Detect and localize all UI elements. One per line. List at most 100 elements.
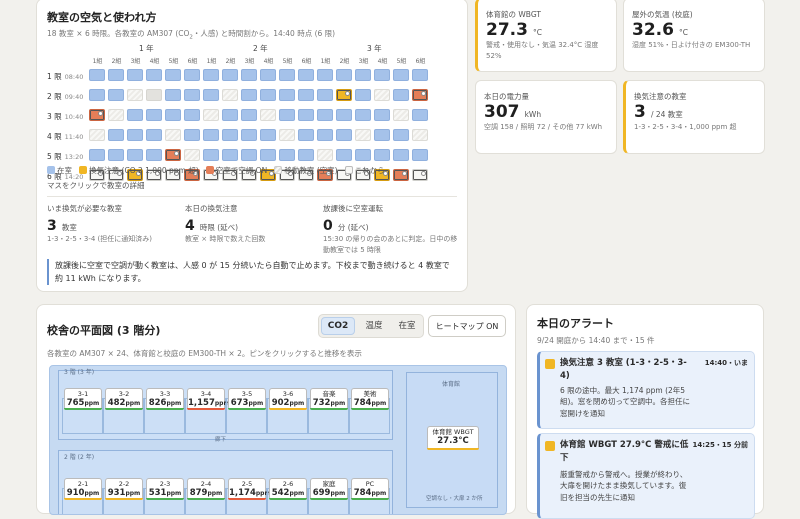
- timetable-cell[interactable]: [393, 149, 409, 161]
- timetable-cell[interactable]: [108, 149, 124, 161]
- timetable-cell[interactable]: [203, 149, 219, 161]
- timetable-cell[interactable]: [317, 149, 333, 161]
- room-co2-pin[interactable]: 2-5 1,174ppm: [228, 478, 271, 500]
- timetable-cell[interactable]: [260, 109, 276, 121]
- timetable-cell[interactable]: [222, 149, 238, 161]
- timetable-cell[interactable]: [241, 149, 257, 161]
- room-co2-pin[interactable]: PC 784ppm: [351, 478, 389, 500]
- timetable-cell[interactable]: [355, 89, 371, 101]
- timetable-cell[interactable]: [108, 69, 124, 81]
- room-co2-pin[interactable]: 2-4 879ppm: [187, 478, 225, 500]
- kpi-gym-wbgt[interactable]: 体育館の WBGT 27.3 °C 警戒・使用なし・気温 32.4°C 湿度 5…: [475, 0, 617, 72]
- timetable-cell[interactable]: [412, 169, 428, 181]
- timetable-cell[interactable]: [393, 89, 409, 101]
- timetable-cell[interactable]: [317, 69, 333, 81]
- timetable-cell[interactable]: [412, 109, 428, 121]
- timetable-cell[interactable]: [279, 109, 295, 121]
- timetable-cell[interactable]: [279, 149, 295, 161]
- room-co2-pin[interactable]: 2-6 542ppm: [269, 478, 307, 500]
- timetable-cell[interactable]: [374, 149, 390, 161]
- timetable-cell[interactable]: [184, 149, 200, 161]
- room-co2-pin[interactable]: 音楽 732ppm: [310, 388, 348, 410]
- timetable-cell[interactable]: [355, 129, 371, 141]
- timetable-cell[interactable]: [89, 129, 105, 141]
- timetable-cell[interactable]: [203, 89, 219, 101]
- timetable-cell[interactable]: [165, 149, 181, 161]
- timetable-cell[interactable]: [127, 129, 143, 141]
- timetable-cell[interactable]: [146, 69, 162, 81]
- timetable-cell[interactable]: [203, 109, 219, 121]
- timetable-cell[interactable]: [374, 129, 390, 141]
- timetable-cell[interactable]: [146, 109, 162, 121]
- timetable-cell[interactable]: [222, 129, 238, 141]
- timetable-cell[interactable]: [260, 69, 276, 81]
- timetable-cell[interactable]: [241, 109, 257, 121]
- timetable-cell[interactable]: [108, 129, 124, 141]
- tab-co2[interactable]: CO2: [321, 317, 355, 335]
- timetable-cell[interactable]: [108, 89, 124, 101]
- timetable-cell[interactable]: [393, 169, 409, 181]
- timetable-cell[interactable]: [203, 69, 219, 81]
- timetable-cell[interactable]: [374, 109, 390, 121]
- room-co2-pin[interactable]: 美術 784ppm: [351, 388, 389, 410]
- tab-temperature[interactable]: 温度: [357, 317, 391, 335]
- timetable-cell[interactable]: [317, 89, 333, 101]
- timetable-cell[interactable]: [146, 129, 162, 141]
- timetable-cell[interactable]: [146, 149, 162, 161]
- timetable-cell[interactable]: [184, 89, 200, 101]
- timetable-cell[interactable]: [260, 89, 276, 101]
- timetable-cell[interactable]: [89, 69, 105, 81]
- room-co2-pin[interactable]: 3-6 902ppm: [269, 388, 307, 410]
- timetable-cell[interactable]: [146, 89, 162, 101]
- timetable-cell[interactable]: [412, 149, 428, 161]
- timetable-cell[interactable]: [412, 69, 428, 81]
- timetable-cell[interactable]: [279, 129, 295, 141]
- timetable-cell[interactable]: [298, 129, 314, 141]
- timetable-cell[interactable]: [127, 149, 143, 161]
- timetable-cell[interactable]: [355, 149, 371, 161]
- timetable-cell[interactable]: [412, 129, 428, 141]
- timetable-cell[interactable]: [165, 109, 181, 121]
- timetable-cell[interactable]: [298, 149, 314, 161]
- timetable-cell[interactable]: [412, 89, 428, 101]
- room-co2-pin[interactable]: 2-3 531ppm: [146, 478, 184, 500]
- timetable-cell[interactable]: [89, 109, 105, 121]
- timetable-cell[interactable]: [393, 109, 409, 121]
- alert-item[interactable]: 換気注意 3 教室 (1-3・2-5・3-4) 14:40・いま 6 限の途中。…: [537, 351, 755, 429]
- timetable-cell[interactable]: [279, 89, 295, 101]
- timetable-cell[interactable]: [260, 129, 276, 141]
- room-co2-pin[interactable]: 3-4 1,157ppm: [187, 388, 230, 410]
- timetable-cell[interactable]: [298, 109, 314, 121]
- timetable-cell[interactable]: [89, 149, 105, 161]
- timetable-cell[interactable]: [165, 129, 181, 141]
- timetable-cell[interactable]: [222, 69, 238, 81]
- timetable-cell[interactable]: [260, 149, 276, 161]
- kpi-ventilation-rooms[interactable]: 換気注意の教室 3 / 24 教室 1-3・2-5・3-4・1,000 ppm …: [623, 80, 765, 154]
- timetable-cell[interactable]: [241, 129, 257, 141]
- timetable-cell[interactable]: [108, 109, 124, 121]
- room-co2-pin[interactable]: 3-5 673ppm: [228, 388, 266, 410]
- room-co2-pin[interactable]: 2-2 931ppm: [105, 478, 143, 500]
- room-co2-pin[interactable]: 3-2 482ppm: [105, 388, 143, 410]
- timetable-cell[interactable]: [279, 69, 295, 81]
- timetable-cell[interactable]: [336, 149, 352, 161]
- timetable-cell[interactable]: [222, 109, 238, 121]
- timetable-cell[interactable]: [355, 69, 371, 81]
- tab-occupancy[interactable]: 在室: [391, 317, 423, 335]
- room-co2-pin[interactable]: 家庭 699ppm: [310, 478, 348, 500]
- timetable-cell[interactable]: [165, 69, 181, 81]
- timetable-cell[interactable]: [184, 109, 200, 121]
- kpi-outdoor-temp[interactable]: 屋外の気温 (校庭) 32.6 °C 湿度 51%・日よけ付きの EM300-T…: [623, 0, 765, 72]
- heatmap-toggle-button[interactable]: ヒートマップ ON: [428, 315, 506, 337]
- timetable-cell[interactable]: [298, 69, 314, 81]
- timetable-cell[interactable]: [184, 129, 200, 141]
- timetable-cell[interactable]: [393, 129, 409, 141]
- timetable-cell[interactable]: [127, 69, 143, 81]
- timetable-cell[interactable]: [203, 129, 219, 141]
- timetable-cell[interactable]: [298, 89, 314, 101]
- timetable-cell[interactable]: [89, 89, 105, 101]
- timetable-cell[interactable]: [336, 69, 352, 81]
- timetable-cell[interactable]: [336, 109, 352, 121]
- timetable-cell[interactable]: [127, 109, 143, 121]
- room-co2-pin[interactable]: 3-3 826ppm: [146, 388, 184, 410]
